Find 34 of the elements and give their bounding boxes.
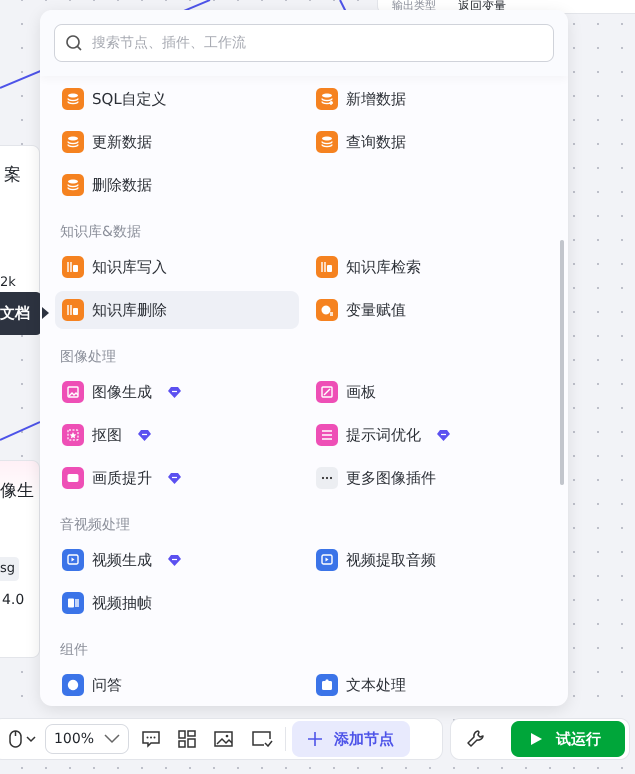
node-title: 像生 [0,480,34,503]
node-item[interactable]: 知识库删除 [55,291,299,329]
node-title: 案 [4,164,21,187]
zoom-select[interactable]: 100% [45,724,130,754]
node-item[interactable]: 知识库检索 [309,248,553,286]
node-item[interactable]: 更新数据 [55,123,299,161]
node-item[interactable]: 删除数据 [55,166,299,204]
node-version: 4.0 [2,591,24,610]
node-item[interactable]: 提示词优化 [309,416,553,454]
node-item[interactable]: 视频抽帧 [55,584,299,622]
node-item[interactable]: 查询数据 [309,123,553,161]
node-item[interactable]: 画质提升 [55,459,299,497]
section-heading: 知识库&数据 [60,224,141,240]
section-heading: 图像处理 [60,349,116,365]
node-tag: sg [0,557,20,580]
tooltip: 文档 [0,292,42,335]
section-heading: 组件 [60,642,88,658]
add-node-button[interactable]: 添加节点 [292,721,410,757]
section-heading: 音视频处理 [60,517,130,533]
node-item[interactable]: 抠图 [55,416,299,454]
node-item[interactable]: 文本处理 [309,666,553,704]
search-field[interactable]: 搜索节点、插件、工作流 [54,24,554,62]
node-item[interactable]: 问答 [55,666,299,704]
node-meta: 2k [0,274,16,292]
node-item[interactable]: 画板 [309,373,553,411]
node-item[interactable]: 变量赋值 [309,291,553,329]
output-type-label: 输出类型 [392,0,436,12]
node-item[interactable]: SQL自定义 [55,80,299,118]
node-item[interactable]: 更多图像插件 [309,459,553,497]
node-item[interactable]: 知识库写入 [55,248,299,286]
node-item[interactable]: 图像生成 [55,373,299,411]
node-item[interactable]: 视频提取音频 [309,541,553,579]
node-item[interactable]: 视频生成 [55,541,299,579]
node-item[interactable]: 新增数据 [309,80,553,118]
